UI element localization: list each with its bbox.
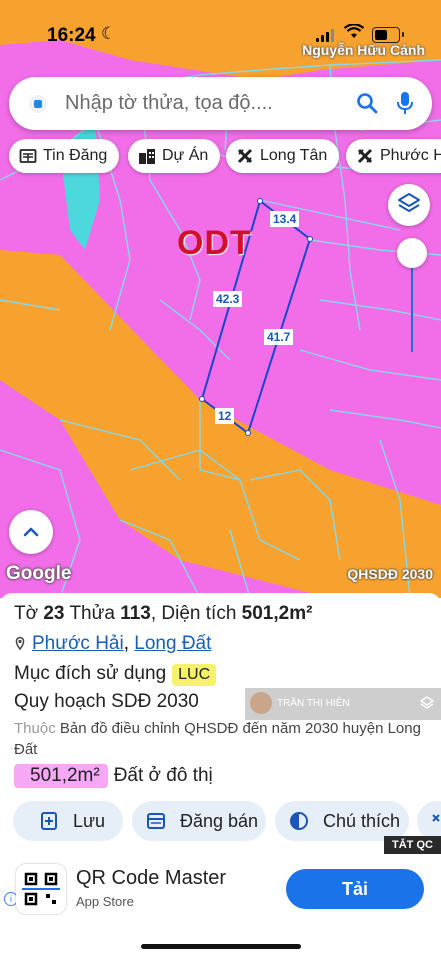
plot-number: 113 (120, 603, 151, 624)
location-separator: , (123, 633, 129, 654)
purpose-badge: LUC (172, 664, 217, 686)
search-input[interactable]: Nhập tờ thửa, tọa độ.... (65, 92, 273, 115)
battery-cap (402, 32, 404, 37)
chip-long-tan[interactable]: Long Tân (226, 139, 340, 173)
edge-length-bottom: 12 (215, 408, 235, 424)
more-icon (432, 814, 440, 822)
location-pin-icon (15, 636, 25, 650)
ad-download-button[interactable]: Tải (286, 869, 424, 909)
chip-label: Long Tân (260, 147, 328, 164)
district-link[interactable]: Long Đất (134, 633, 211, 654)
plan-source: Thuộc Bản đồ điều chỉnh QHSDĐ đến năm 20… (14, 720, 421, 758)
land-purpose: Mục đích sử dụng LUC (14, 663, 217, 686)
battery-icon (372, 27, 400, 43)
chip-label: Dự Án (162, 147, 209, 164)
status-bar: 16:24 ☾ Nguyễn Hữu Cảnh (0, 0, 441, 60)
layers-button[interactable] (388, 184, 430, 226)
clock: 16:24 (47, 25, 96, 46)
opacity-slider-knob[interactable] (397, 238, 427, 268)
chip-tin-dang[interactable]: Tin Đăng (9, 139, 120, 173)
ward-link[interactable]: Phước Hải (32, 633, 124, 654)
legend-button[interactable]: Chú thích (275, 801, 409, 841)
city-icon (139, 149, 155, 164)
cross-icon (237, 148, 253, 164)
app-logo-icon (29, 95, 47, 113)
search-bar[interactable]: Nhập tờ thửa, tọa độ.... (9, 77, 432, 130)
ad-title: QR Code Master (76, 867, 227, 889)
microphone-icon[interactable] (395, 90, 415, 116)
parcel-title: Tờ 23 Thửa 113, Diện tích 501,2m² (14, 603, 313, 624)
chip-phuoc-hai[interactable]: Phước H (346, 139, 441, 173)
signal-icon (316, 28, 336, 42)
chip-label: Phước H (380, 147, 441, 164)
zone-row: 501,2m² Đất ở đô thị (14, 764, 213, 788)
save-button[interactable]: Lưu (13, 801, 123, 841)
edge-length-right: 41.7 (264, 329, 294, 345)
search-icon[interactable] (355, 91, 379, 115)
zone-name: Đất ở đô thị (113, 765, 213, 786)
home-indicator[interactable] (141, 944, 301, 949)
newspaper-icon (19, 149, 37, 163)
chip-label: Tin Đăng (43, 147, 108, 164)
google-attribution: Google (6, 563, 72, 584)
moon-icon: ☾ (101, 24, 117, 43)
zone-area-badge: 501,2m² (14, 764, 108, 788)
edge-length-top: 13.4 (270, 211, 300, 227)
layers-watermark-icon (419, 696, 435, 709)
avatar (250, 692, 272, 714)
filter-chips: Tin Đăng Dự Án Long Tân Phước H (9, 139, 441, 175)
plan-title: Quy hoạch SDĐ 2030 (14, 691, 199, 712)
layers-icon (398, 193, 420, 212)
current-location-label: Nguyễn Hữu Cảnh (302, 42, 425, 58)
expand-panel-button[interactable] (9, 510, 53, 554)
listing-icon (147, 813, 165, 829)
close-ad-button[interactable]: TẮT QC (384, 836, 441, 854)
parcel-location: Phước Hải, Long Đất (14, 633, 211, 655)
chip-du-an[interactable]: Dự Án (128, 139, 221, 173)
map-layer-name: QHSDĐ 2030 (347, 566, 433, 582)
sheet-number: 23 (43, 603, 65, 624)
post-sale-button[interactable]: Đăng bán (132, 801, 266, 841)
save-icon (41, 812, 57, 830)
chevron-up-icon (23, 527, 39, 537)
ad-subtitle: App Store (76, 894, 134, 909)
edge-length-left: 42.3 (213, 291, 243, 307)
ad-banner[interactable]: i QR Code Master App Store Tải (0, 854, 441, 926)
qr-app-icon (16, 864, 66, 914)
cross-icon (357, 148, 373, 164)
legend-icon (290, 812, 308, 830)
parcel-area: 501,2m² (241, 603, 313, 624)
user-overlay: TRẦN THỊ HIÊN (245, 688, 441, 720)
zone-label: ODT (177, 224, 252, 262)
overlay-user-name: TRẦN THỊ HIÊN (277, 698, 350, 709)
